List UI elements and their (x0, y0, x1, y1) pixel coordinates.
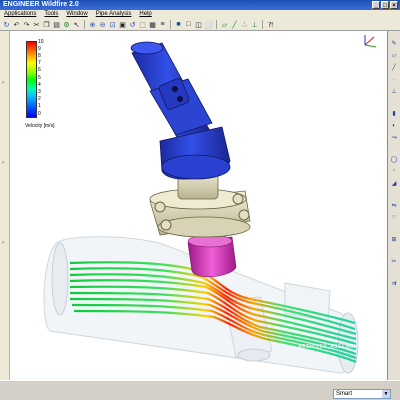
extrude-tool-icon[interactable]: ▮ (390, 111, 398, 118)
sash-marker-icon: › (2, 80, 4, 86)
legend-tick: 4 (38, 82, 41, 88)
legend-tick: 8 (38, 53, 41, 59)
minimize-button[interactable]: _ (372, 1, 380, 9)
sash-marker-icon: › (2, 240, 4, 246)
title-bar: ENGINEER Wildfire 2.0 _ □ × (0, 0, 400, 10)
menu-pipe-analysis[interactable]: Pipe Analysis (96, 10, 132, 19)
valve-stem (187, 234, 237, 278)
model-view[interactable] (10, 31, 387, 380)
legend-tick: 9 (38, 46, 41, 52)
layers-icon[interactable]: ≡ (158, 20, 167, 29)
csys-tool-icon[interactable]: ⊥ (390, 89, 398, 96)
legend-tick: 1 (38, 103, 41, 109)
datum-axes-icon[interactable]: ╱ (230, 20, 239, 29)
maximize-button[interactable]: □ (381, 1, 389, 9)
orient-icon[interactable]: ⬚ (138, 20, 147, 29)
hidden-line-icon[interactable]: □ (184, 20, 193, 29)
shading-icon[interactable]: ■ (174, 20, 183, 29)
toolbar: ↻ ↶ ↷ ✂ ❐ ▤ ⚙ ↖ ⊕ ⊖ ⊡ ▣ ↺ ⬚ ▦ ≡ ■ □ ◫ ⬜ … (0, 19, 400, 31)
menu-applications[interactable]: Applications (4, 10, 36, 19)
legend-tick: 6 (38, 67, 41, 73)
zoom-out-icon[interactable]: ⊖ (98, 20, 107, 29)
close-button[interactable]: × (390, 1, 398, 9)
revolve-tool-icon[interactable]: ◐ (390, 123, 398, 130)
cut-icon[interactable]: ✂ (32, 20, 41, 29)
whats-this-icon[interactable]: ⁈ (266, 20, 275, 29)
menu-window[interactable]: Window (66, 10, 87, 19)
menu-help[interactable]: Help (139, 10, 151, 19)
round-tool-icon[interactable]: ◜ (390, 169, 398, 176)
coord-sys-icon[interactable]: ⊥ (250, 20, 259, 29)
spin-icon[interactable]: ↺ (128, 20, 137, 29)
toolbar-separator (84, 20, 85, 29)
refit-icon[interactable]: ⊡ (108, 20, 117, 29)
offset-tool-icon[interactable]: ⇉ (390, 281, 398, 288)
redo-icon[interactable]: ↷ (22, 20, 31, 29)
repaint-icon[interactable]: ▣ (118, 20, 127, 29)
selection-filter-dropdown[interactable]: Smart ▼ (333, 389, 391, 399)
toolbar-separator (216, 20, 217, 29)
hole-tool-icon[interactable]: ◯ (390, 157, 398, 164)
legend-tick: 5 (38, 75, 41, 81)
select-icon[interactable]: ↖ (72, 20, 81, 29)
selection-filter-value: Smart (336, 391, 353, 397)
undo-icon[interactable]: ↶ (12, 20, 21, 29)
rotate-icon[interactable]: ↻ (2, 20, 11, 29)
toolbar-separator (262, 20, 263, 29)
mirror-tool-icon[interactable]: ⇋ (390, 203, 398, 210)
datum-tool-icon[interactable]: ▱ (390, 53, 398, 60)
legend-title: Velocity [m/s] (25, 123, 55, 129)
blue-actuator (130, 41, 231, 180)
trim-tool-icon[interactable]: ✂ (390, 259, 398, 266)
right-toolbar: ✎ ▱ ╱ ∙ ⊥ ▮ ◐ ↝ ◯ ◜ ◢ ⇋ ⁙ ⊞ ✂ ⇉ (387, 31, 400, 380)
no-hidden-icon[interactable]: ◫ (194, 20, 203, 29)
axis-tool-icon[interactable]: ╱ (390, 65, 398, 72)
sweep-tool-icon[interactable]: ↝ (390, 135, 398, 142)
regenerate-icon[interactable]: ⚙ (62, 20, 71, 29)
sash-marker-icon: › (2, 160, 4, 166)
legend-tick: 0 (38, 111, 41, 117)
copy-icon[interactable]: ❐ (42, 20, 51, 29)
datum-planes-icon[interactable]: ▱ (220, 20, 229, 29)
axis-triad-icon (364, 35, 377, 48)
model-name-label: ARCHIVE2_ASSEMBLY_TEM (298, 344, 377, 350)
toolbar-separator (170, 20, 171, 29)
graphics-viewport[interactable]: 10 9 8 7 6 5 4 3 2 1 0 Velocity [m/s] AR… (10, 31, 387, 380)
legend-tick: 10 (38, 39, 44, 45)
chevron-down-icon[interactable]: ▼ (382, 390, 390, 398)
datum-points-icon[interactable]: ∴ (240, 20, 249, 29)
paste-icon[interactable]: ▤ (52, 20, 61, 29)
legend-tick: 3 (38, 89, 41, 95)
chamfer-tool-icon[interactable]: ◢ (390, 181, 398, 188)
status-bar: Smart ▼ (0, 380, 400, 400)
menu-bar: Applications Tools Window Pipe Analysis … (0, 10, 400, 19)
color-scale-bar (26, 41, 37, 118)
zoom-in-icon[interactable]: ⊕ (88, 20, 97, 29)
legend-tick: 2 (38, 96, 41, 102)
window-controls: _ □ × (372, 1, 398, 9)
legend-tick: 7 (38, 60, 41, 66)
saved-views-icon[interactable]: ▦ (148, 20, 157, 29)
point-tool-icon[interactable]: ∙ (390, 77, 398, 84)
sketch-tool-icon[interactable]: ✎ (390, 41, 398, 48)
menu-tools[interactable]: Tools (44, 10, 58, 19)
window-title: ENGINEER Wildfire 2.0 (3, 1, 79, 8)
merge-tool-icon[interactable]: ⊞ (390, 237, 398, 244)
left-navigator-panel[interactable]: › › › (0, 31, 10, 380)
pattern-tool-icon[interactable]: ⁙ (390, 215, 398, 222)
wireframe-icon[interactable]: ⬜ (204, 20, 213, 29)
